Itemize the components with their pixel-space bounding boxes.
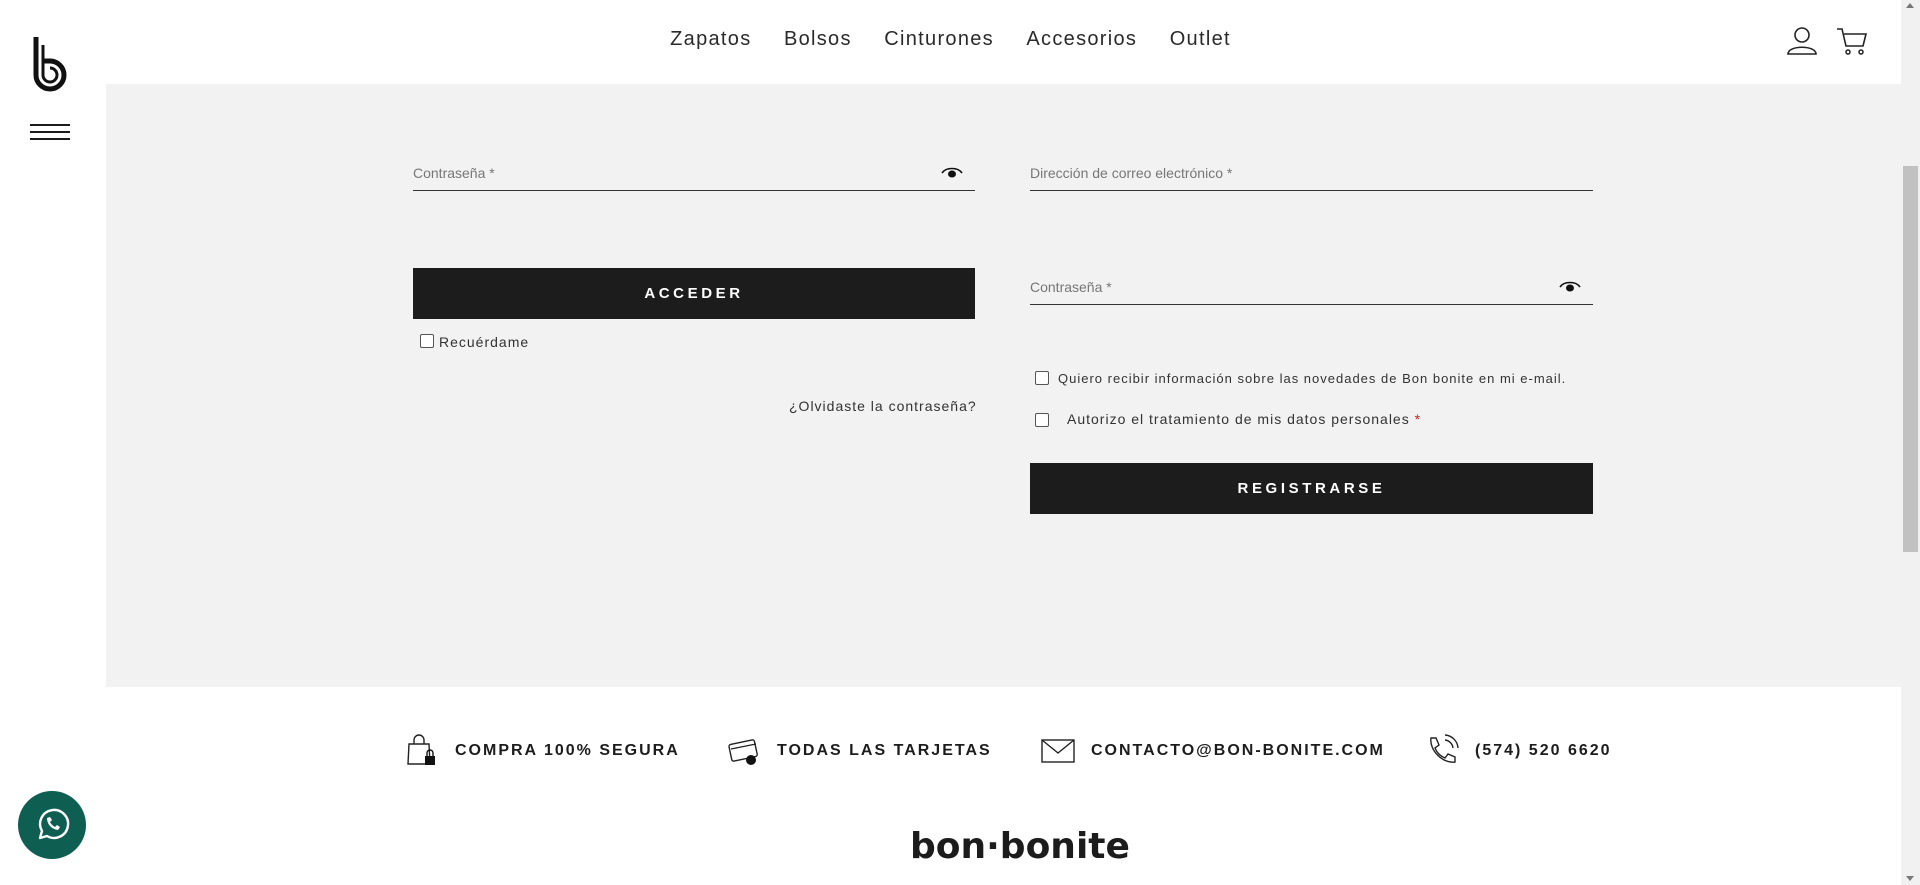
credit-card-icon bbox=[728, 739, 758, 765]
remember-me-label: Recuérdame bbox=[439, 334, 530, 350]
feature-text[interactable]: CONTACTO@BON-BONITE.COM bbox=[1091, 742, 1385, 760]
feature-contact-email[interactable]: CONTACTO@BON-BONITE.COM bbox=[1041, 733, 1385, 769]
nav-bolsos[interactable]: Bolsos bbox=[784, 28, 852, 51]
hamburger-icon[interactable] bbox=[30, 122, 70, 144]
login-button[interactable]: ACCEDER bbox=[413, 268, 975, 319]
phone-icon bbox=[1430, 734, 1459, 763]
feature-text: TODAS LAS TARJETAS bbox=[777, 742, 992, 759]
login-password-field[interactable]: Contraseña * bbox=[413, 152, 975, 191]
terms-checkbox[interactable] bbox=[1035, 413, 1049, 427]
main-nav: Zapatos Bolsos Cinturones Accesorios Out… bbox=[0, 28, 1901, 51]
feature-text[interactable]: (574) 520 6620 bbox=[1475, 742, 1612, 760]
feature-all-cards: TODAS LAS TARJETAS bbox=[727, 733, 992, 769]
nav-zapatos[interactable]: Zapatos bbox=[670, 28, 751, 51]
account-forms-panel bbox=[106, 84, 1901, 687]
site-header: Zapatos Bolsos Cinturones Accesorios Out… bbox=[0, 0, 1901, 92]
login-password-label: Contraseña * bbox=[413, 165, 495, 181]
whatsapp-button[interactable] bbox=[18, 791, 86, 859]
footer-bonbonite-logo[interactable]: bon·bonite bbox=[910, 826, 1130, 870]
feature-secure-purchase: COMPRA 100% SEGURA bbox=[405, 733, 680, 769]
footer-logo-text: bon·bonite bbox=[910, 826, 1130, 867]
scroll-up-arrow-icon[interactable] bbox=[1906, 3, 1914, 8]
register-button[interactable]: REGISTRARSE bbox=[1030, 463, 1593, 514]
cart-icon[interactable] bbox=[1836, 26, 1868, 56]
register-password-label: Contraseña * bbox=[1030, 279, 1112, 295]
newsletter-label: Quiero recibir información sobre las nov… bbox=[1058, 371, 1567, 386]
envelope-icon bbox=[1041, 739, 1075, 763]
page-scrollbar[interactable] bbox=[1901, 0, 1920, 885]
nav-outlet[interactable]: Outlet bbox=[1170, 28, 1231, 51]
remember-me-checkbox[interactable] bbox=[420, 334, 434, 348]
feature-phone[interactable]: (574) 520 6620 bbox=[1425, 733, 1612, 769]
whatsapp-icon bbox=[38, 808, 70, 840]
newsletter-checkbox[interactable] bbox=[1035, 371, 1049, 385]
nav-cinturones[interactable]: Cinturones bbox=[884, 28, 994, 51]
register-password-field[interactable]: Contraseña * bbox=[1030, 266, 1593, 305]
user-icon[interactable] bbox=[1786, 26, 1818, 56]
required-asterisk: * bbox=[1414, 411, 1422, 427]
scrollbar-thumb[interactable] bbox=[1903, 166, 1918, 552]
register-email-field[interactable]: Dirección de correo electrónico * bbox=[1030, 152, 1593, 191]
nav-accesorios[interactable]: Accesorios bbox=[1026, 28, 1137, 51]
register-email-label: Dirección de correo electrónico * bbox=[1030, 165, 1233, 181]
forgot-password-link[interactable]: ¿Olvidaste la contraseña? bbox=[789, 398, 977, 414]
show-password-eye-icon[interactable] bbox=[1559, 280, 1581, 294]
feature-text: COMPRA 100% SEGURA bbox=[455, 742, 680, 759]
scroll-down-arrow-icon[interactable] bbox=[1906, 876, 1914, 881]
terms-label: Autorizo el tratamiento de mis datos per… bbox=[1067, 411, 1422, 427]
secure-bag-icon bbox=[407, 734, 435, 765]
show-password-eye-icon[interactable] bbox=[941, 166, 963, 180]
